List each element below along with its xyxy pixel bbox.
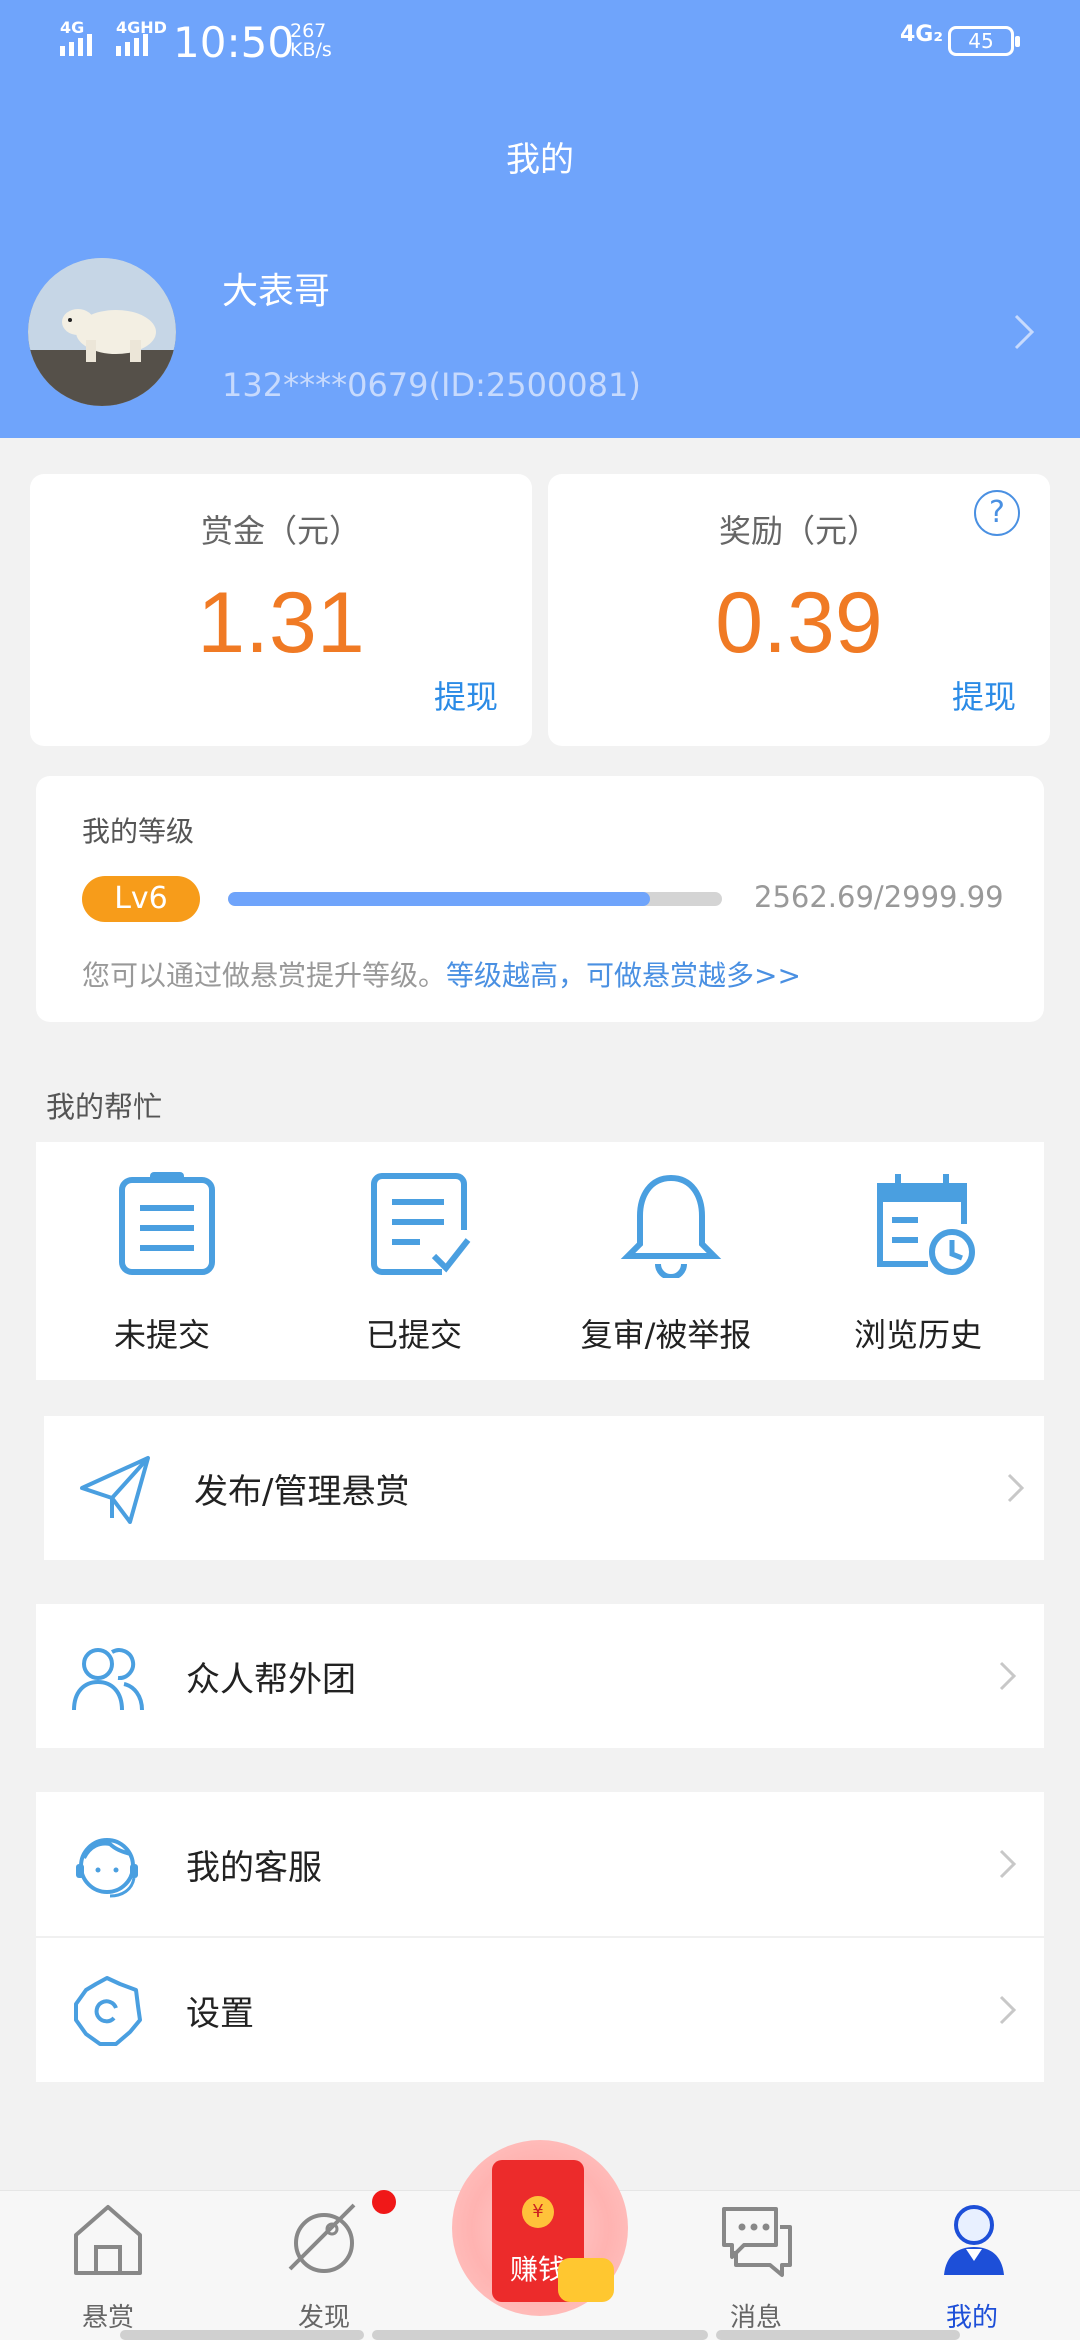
tab-bounty[interactable]: 悬赏 — [28, 2191, 188, 2340]
reward-amount: 0.39 — [715, 575, 883, 671]
chevron-right-icon — [999, 1849, 1017, 1879]
network-indicator: 4G₂ — [900, 22, 944, 47]
bounty-withdraw-button[interactable]: 提现 — [434, 672, 498, 718]
network-speed: 267 KB/s — [290, 22, 332, 60]
earn-money-button[interactable]: ¥ 赚钱 — [452, 2140, 628, 2316]
level-hint: 您可以通过做悬赏提升等级。等级越高，可做悬赏越多>> — [82, 954, 801, 994]
paper-plane-icon — [80, 1456, 150, 1524]
chat-bubbles-icon — [722, 2207, 792, 2277]
page-title: 我的 — [506, 140, 574, 180]
help-item-label: 浏览历史 — [853, 1316, 982, 1354]
clipboard-icon — [119, 1172, 215, 1275]
calendar-clock-icon — [877, 1174, 975, 1275]
signal-icon: 4GHD — [116, 18, 167, 56]
chevron-right-icon — [999, 1995, 1017, 2025]
section-title: 我的帮忙 — [46, 1090, 163, 1124]
chevron-right-icon[interactable] — [1010, 312, 1040, 352]
gold-coins-icon — [558, 2258, 614, 2302]
group-users-icon — [72, 1648, 144, 1711]
level-hint-link[interactable]: 等级越高，可做悬赏越多>> — [446, 959, 801, 992]
help-item-label: 未提交 — [113, 1316, 210, 1354]
level-hint-text: 您可以通过做悬赏提升等级。 — [82, 959, 447, 992]
menu-row-label: 众人帮外团 — [186, 1660, 356, 1700]
submitted-doc-icon — [371, 1173, 471, 1275]
support-card: 我的客服 设置 — [36, 1792, 1044, 2082]
help-item-review[interactable]: 复审/被举报 — [540, 1142, 792, 1380]
status-bar: 4G 4GHD 10:50 267 KB/s 4G₂ 45 — [0, 0, 1080, 84]
profile-header: 4G 4GHD 10:50 267 KB/s 4G₂ 45 我的 大表哥 132… — [0, 0, 1080, 438]
tab-label: 消息 — [729, 2303, 782, 2333]
discover-planet-icon — [288, 2203, 356, 2273]
signal-icon: 4G — [60, 18, 92, 56]
customer-service-icon — [76, 1838, 138, 1898]
menu-row-team[interactable]: 众人帮外团 — [36, 1604, 1044, 1748]
profile-icon — [944, 2205, 1004, 2275]
clock: 10:50 — [173, 18, 295, 67]
help-item-submitted[interactable]: 已提交 — [288, 1142, 540, 1380]
gesture-bar — [120, 2330, 364, 2340]
team-card: 众人帮外团 — [36, 1604, 1044, 1748]
menu-row-settings[interactable]: 设置 — [36, 1938, 1044, 2082]
network-label: 4GHD — [116, 18, 167, 37]
help-item-unsubmitted[interactable]: 未提交 — [36, 1142, 288, 1380]
menu-row-label: 我的客服 — [186, 1848, 322, 1888]
level-progress-text: 2562.69/2999.99 — [754, 880, 1004, 914]
reward-label: 奖励（元） — [718, 512, 879, 550]
coin-icon: ¥ — [522, 2196, 554, 2228]
bounty-amount: 1.31 — [197, 575, 365, 671]
level-badge: Lv6 — [82, 876, 200, 922]
user-id: 132****0679(ID:2500081) — [222, 366, 641, 404]
speed-unit: KB/s — [290, 39, 332, 61]
reward-card: ? 奖励（元） 0.39 提现 — [548, 474, 1050, 746]
battery-icon: 45 — [948, 26, 1020, 56]
gear-icon — [74, 1976, 142, 2046]
gesture-bar — [372, 2330, 708, 2340]
menu-row-label: 设置 — [186, 1994, 254, 2034]
menu-row-service[interactable]: 我的客服 — [36, 1792, 1044, 1938]
tab-mine[interactable]: 我的 — [892, 2191, 1052, 2340]
avatar[interactable] — [28, 258, 176, 406]
help-item-label: 复审/被举报 — [580, 1316, 752, 1354]
username[interactable]: 大表哥 — [222, 262, 330, 314]
level-progress-bar — [228, 892, 722, 906]
tab-label: 发现 — [297, 2303, 350, 2333]
tab-messages[interactable]: 消息 — [676, 2191, 836, 2340]
level-title: 我的等级 — [82, 815, 195, 848]
help-item-history[interactable]: 浏览历史 — [792, 1142, 1044, 1380]
tab-label: 我的 — [945, 2303, 998, 2333]
chevron-right-icon — [1007, 1473, 1025, 1503]
network-label: 4G — [60, 18, 85, 37]
bounty-label: 赏金（元） — [200, 512, 361, 550]
level-card[interactable]: 我的等级 Lv6 2562.69/2999.99 您可以通过做悬赏提升等级。等级… — [36, 776, 1044, 1022]
help-grid: 未提交 已提交 复审/被举报 浏览历史 — [36, 1142, 1044, 1380]
reward-withdraw-button[interactable]: 提现 — [952, 672, 1016, 718]
level-progress-fill — [228, 892, 650, 906]
menu-row-publish[interactable]: 发布/管理悬赏 — [44, 1416, 1052, 1560]
menu-row-label: 发布/管理悬赏 — [194, 1472, 410, 1512]
home-icon — [74, 2205, 142, 2275]
bell-icon — [620, 1174, 722, 1278]
chevron-right-icon — [999, 1661, 1017, 1691]
polar-bear-image — [28, 258, 176, 406]
bounty-card: 赏金（元） 1.31 提现 — [30, 474, 532, 746]
publish-card: 发布/管理悬赏 — [44, 1416, 1044, 1560]
help-item-label: 已提交 — [365, 1316, 462, 1354]
tab-label: 悬赏 — [81, 2303, 134, 2333]
notification-dot — [372, 2190, 396, 2214]
gesture-bar — [716, 2330, 960, 2340]
